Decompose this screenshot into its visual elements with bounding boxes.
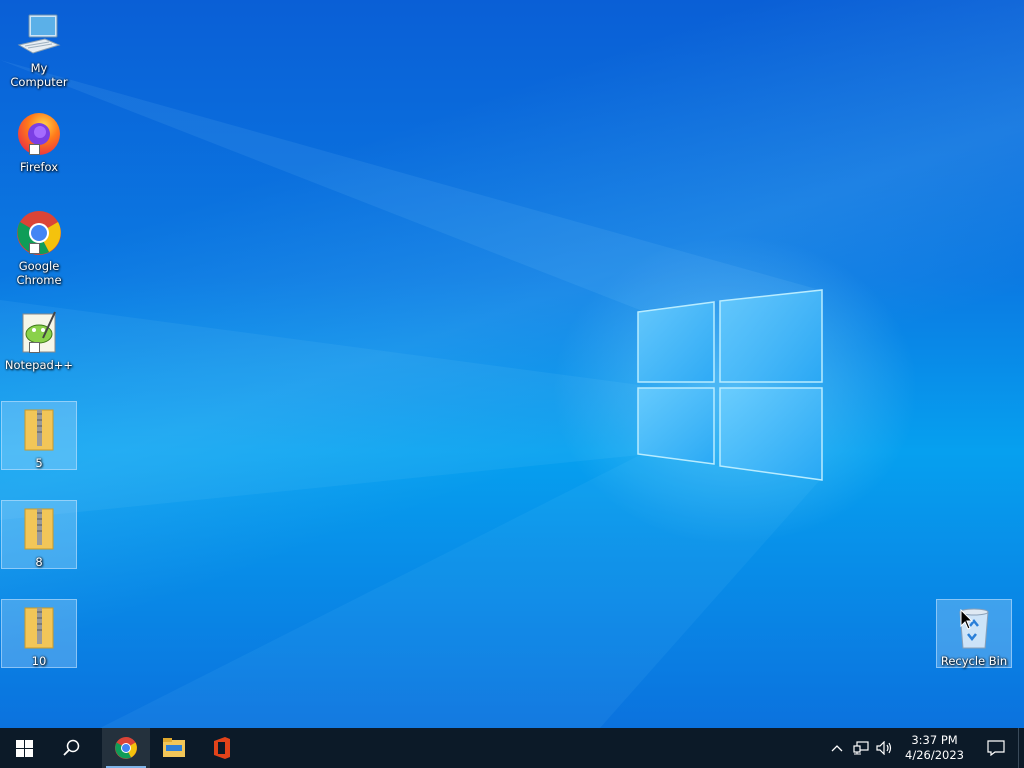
clock-date: 4/26/2023 <box>905 748 964 762</box>
network-button[interactable] <box>849 728 873 768</box>
desktop-icon-label: Google Chrome <box>16 259 62 287</box>
show-desktop-button[interactable] <box>1018 728 1024 768</box>
speaker-icon <box>876 741 892 755</box>
start-icon <box>15 739 33 757</box>
clock[interactable]: 3:37 PM 4/26/2023 <box>897 733 974 763</box>
recycle-bin-icon <box>959 608 989 649</box>
volume-button[interactable] <box>873 728 897 768</box>
desktop-icon-label: Firefox <box>19 160 59 174</box>
desktop[interactable]: My Computer Firefox Google Chrome Notepa… <box>0 0 1024 728</box>
desktop-icon-label: 8 <box>35 555 43 569</box>
file-explorer-icon <box>163 738 185 757</box>
chrome-icon <box>115 737 137 759</box>
action-center-button[interactable] <box>974 728 1018 768</box>
zip-folder-icon <box>24 607 54 649</box>
show-hidden-icons-button[interactable] <box>825 728 849 768</box>
computer-icon <box>17 14 61 54</box>
chevron-up-icon <box>831 745 843 752</box>
windows-logo <box>637 289 823 481</box>
notification-icon <box>987 740 1005 756</box>
search-button[interactable] <box>48 728 96 768</box>
desktop-icon-recycle-bin[interactable]: Recycle Bin <box>936 599 1012 668</box>
wallpaper-beams <box>0 60 820 728</box>
desktop-icon-notepad-plus-plus[interactable]: Notepad++ <box>1 303 77 373</box>
desktop-icon-label: 10 <box>31 654 47 668</box>
desktop-icon-firefox[interactable]: Firefox <box>1 105 77 175</box>
desktop-icon-zip-5[interactable]: 5 <box>1 401 77 470</box>
zip-folder-icon <box>24 409 54 451</box>
desktop-icon-zip-8[interactable]: 8 <box>1 500 77 569</box>
desktop-icon-google-chrome[interactable]: Google Chrome <box>1 204 77 288</box>
start-button[interactable] <box>0 728 48 768</box>
desktop-icon-label: My Computer <box>10 61 68 89</box>
taskbar-file-explorer-button[interactable] <box>150 728 198 768</box>
system-tray: 3:37 PM 4/26/2023 <box>825 728 1024 768</box>
desktop-icon-label: Recycle Bin <box>940 654 1008 668</box>
clock-time: 3:37 PM <box>911 733 958 747</box>
shortcut-arrow-icon <box>29 243 40 254</box>
mouse-cursor-icon <box>960 609 974 630</box>
shortcut-arrow-icon <box>29 342 40 353</box>
taskbar-chrome-button[interactable] <box>102 728 150 768</box>
office-icon <box>214 737 230 759</box>
taskbar-office-button[interactable] <box>198 728 246 768</box>
shortcut-arrow-icon <box>29 144 40 155</box>
desktop-icon-label: 5 <box>35 456 43 470</box>
search-icon <box>63 739 80 756</box>
zip-folder-icon <box>24 508 54 550</box>
desktop-icon-label: Notepad++ <box>4 358 74 372</box>
taskbar: 3:37 PM 4/26/2023 <box>0 728 1024 768</box>
network-icon <box>853 741 869 755</box>
desktop-icon-zip-10[interactable]: 10 <box>1 599 77 668</box>
desktop-icon-my-computer[interactable]: My Computer <box>1 6 77 90</box>
